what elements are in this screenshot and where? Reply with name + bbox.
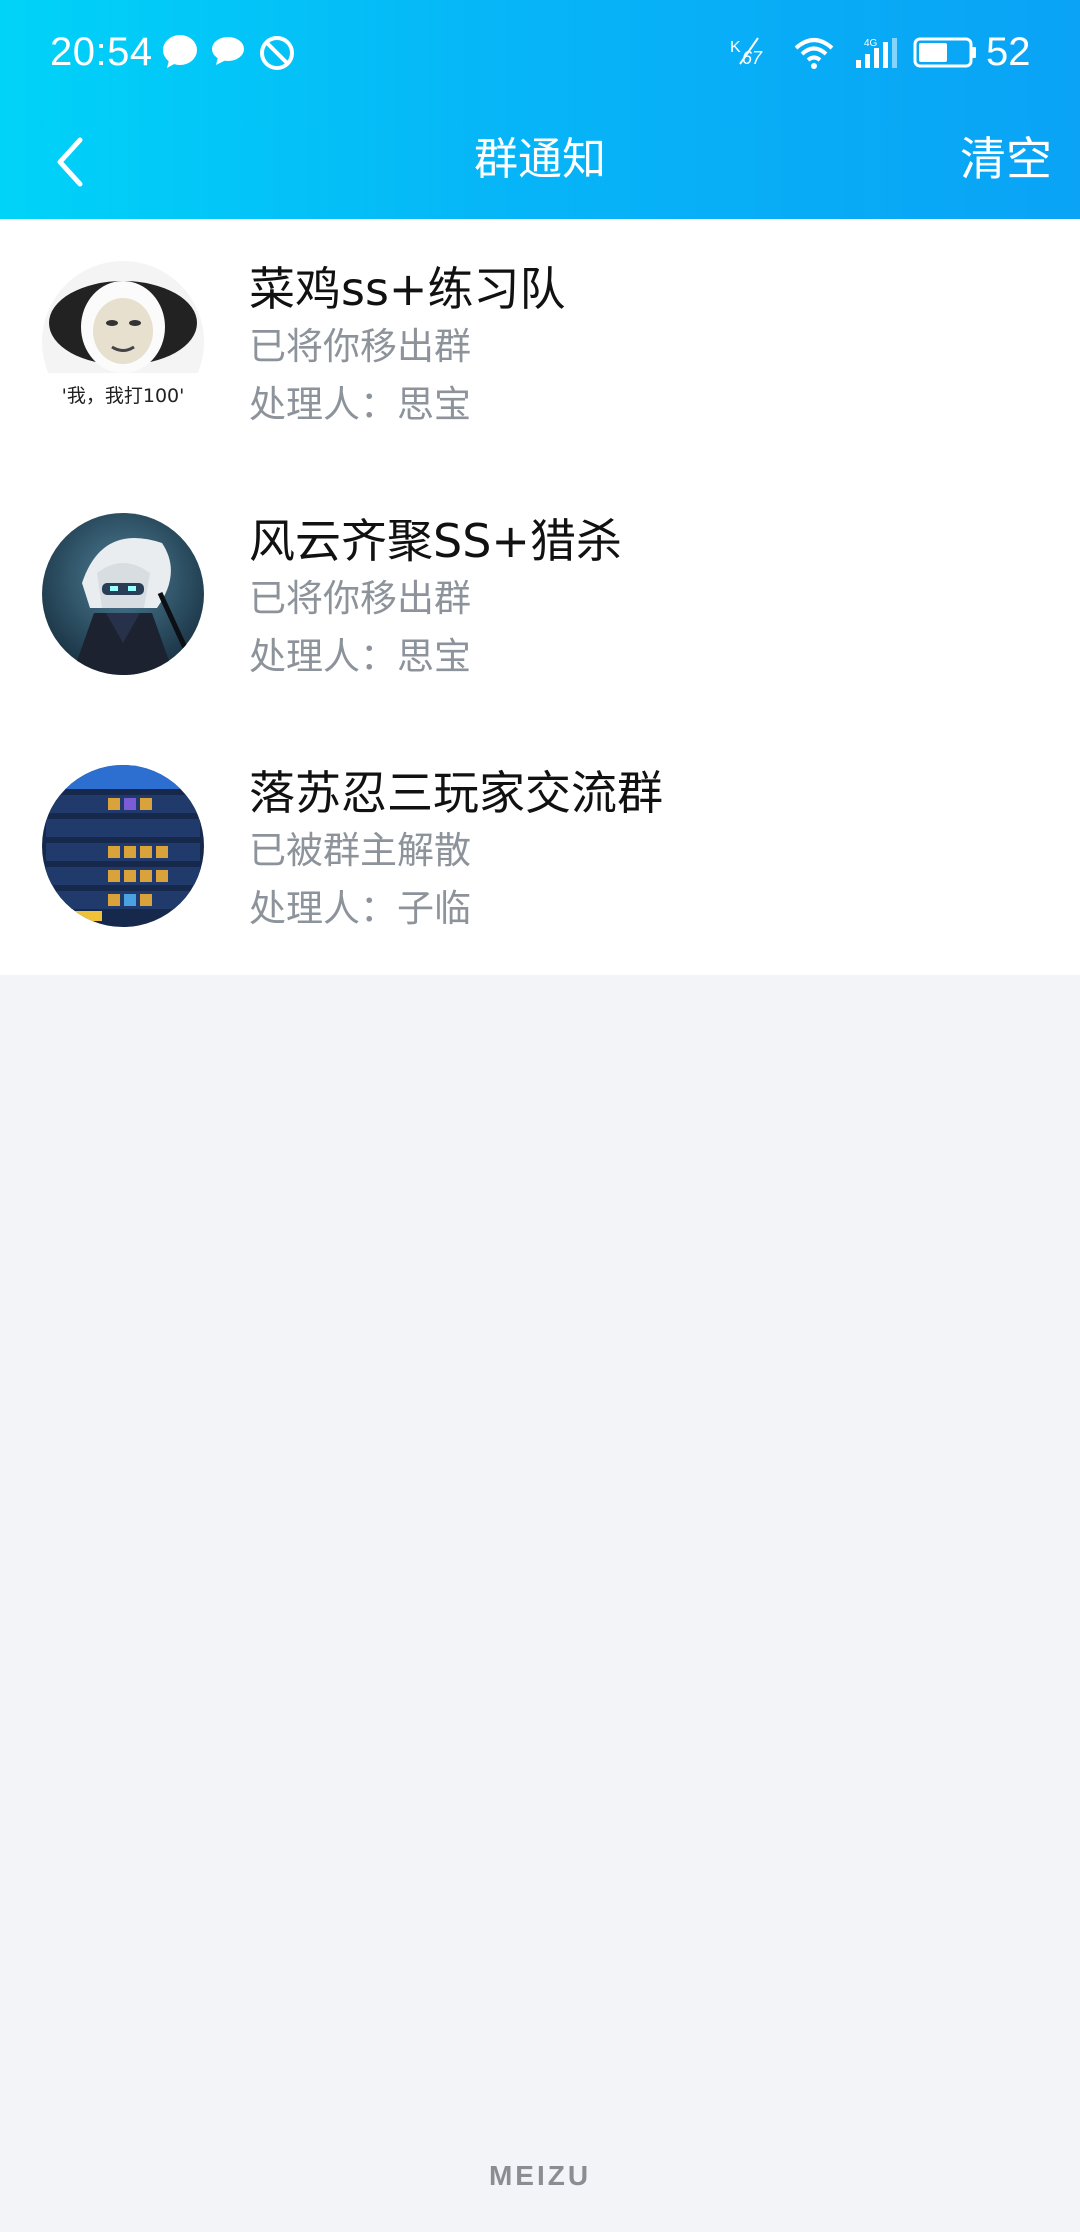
notification-status: 已被群主解散 xyxy=(249,829,471,872)
group-avatar[interactable] xyxy=(42,765,204,927)
handler-name: 思宝 xyxy=(397,635,471,678)
status-bar: 20:54 K 67 4G 52 xyxy=(0,0,1080,100)
group-name: 风云齐聚SS+猎杀 xyxy=(249,514,622,568)
group-avatar[interactable]: '我，我打100' xyxy=(42,261,204,423)
handler-line: 处理人：子临 xyxy=(249,881,471,937)
chat-bubble-icon xyxy=(161,34,199,70)
title-bar: 群通知 清空 xyxy=(0,110,1080,210)
notification-item[interactable]: 风云齐聚SS+猎杀 已将你移出群 处理人：思宝 xyxy=(0,471,1080,723)
blocked-icon xyxy=(258,34,296,72)
avatar-caption: '我，我打100' xyxy=(62,385,185,407)
group-name: 菜鸡ss+练习队 xyxy=(249,262,566,316)
app-root: 20:54 K 67 4G 52 群通知 清空 '我，我打100' 菜鸡ss+练… xyxy=(0,0,1080,2232)
handler-prefix: 处理人： xyxy=(249,887,397,930)
page-title: 群通知 xyxy=(474,134,606,185)
handler-prefix: 处理人： xyxy=(249,635,397,678)
group-avatar[interactable] xyxy=(42,513,204,675)
brand-logo: MEIZU xyxy=(488,2160,592,2191)
header: 20:54 K 67 4G 52 群通知 清空 xyxy=(0,0,1080,219)
notification-item[interactable]: 落苏忍三玩家交流群 已被群主解散 处理人：子临 xyxy=(0,723,1080,975)
svg-text:K: K xyxy=(730,39,741,56)
message-icon xyxy=(210,34,246,68)
battery-icon xyxy=(912,34,978,70)
battery-level: 52 xyxy=(986,30,1031,74)
svg-text:4G: 4G xyxy=(864,38,878,49)
notification-item[interactable]: '我，我打100' 菜鸡ss+练习队 已将你移出群 处理人：思宝 xyxy=(0,219,1080,471)
handler-line: 处理人：思宝 xyxy=(249,629,471,685)
clear-button[interactable]: 清空 xyxy=(960,124,1052,194)
handler-prefix: 处理人： xyxy=(249,383,397,426)
nfc-icon: K 67 xyxy=(728,34,772,70)
status-time: 20:54 xyxy=(50,30,153,74)
notification-status: 已将你移出群 xyxy=(249,577,471,620)
handler-name: 思宝 xyxy=(397,383,471,426)
signal-icon: 4G xyxy=(854,34,900,70)
notification-list: '我，我打100' 菜鸡ss+练习队 已将你移出群 处理人：思宝 风云齐聚SS+… xyxy=(0,219,1080,975)
wifi-icon xyxy=(792,34,836,70)
group-name: 落苏忍三玩家交流群 xyxy=(249,766,663,820)
notification-status: 已将你移出群 xyxy=(249,325,471,368)
handler-name: 子临 xyxy=(397,887,471,930)
handler-line: 处理人：思宝 xyxy=(249,377,471,433)
